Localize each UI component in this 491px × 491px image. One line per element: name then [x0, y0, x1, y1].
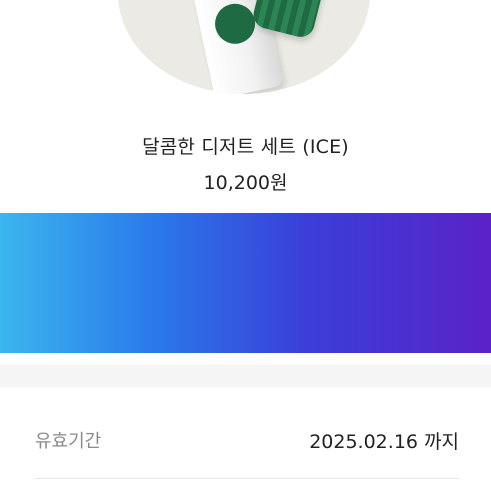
product-name: 달콤한 디저트 세트 (ICE) [142, 136, 349, 158]
gift-card-detail: 달콤한 디저트 세트 (ICE) 10,200원 유효기간 2025.02.16… [0, 0, 491, 491]
validity-value: 2025.02.16 까지 [309, 430, 459, 453]
barcode-gradient-area [0, 213, 491, 353]
section-divider [0, 365, 491, 387]
product-image [118, 0, 370, 94]
validity-row: 유효기간 2025.02.16 까지 [35, 422, 459, 458]
validity-label: 유효기간 [35, 431, 102, 452]
product-price: 10,200원 [203, 172, 288, 194]
brand-logo-icon [211, 0, 259, 48]
row-divider [35, 478, 459, 479]
